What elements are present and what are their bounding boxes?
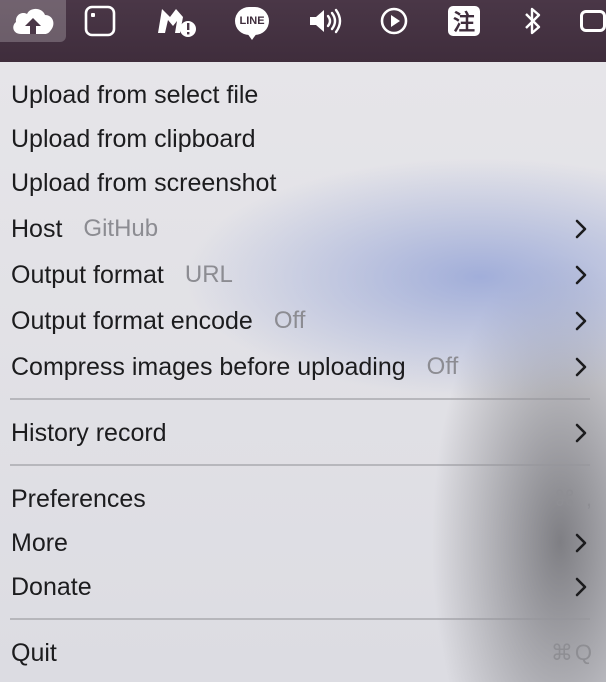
compress-images-label: Compress images before uploading: [11, 352, 406, 381]
chevron-right-icon: [575, 357, 587, 377]
line-label: LINE: [239, 15, 265, 27]
output-format-label: Output format: [11, 260, 164, 289]
output-format-item[interactable]: Output format URL: [0, 253, 606, 297]
menu-separator: [10, 618, 590, 620]
chevron-right-icon: [575, 311, 587, 331]
preferences-item[interactable]: Preferences ⌘ ,: [0, 477, 606, 521]
more-item[interactable]: More: [0, 521, 606, 565]
chevron-right-icon: [575, 533, 587, 553]
battery-icon[interactable]: [580, 0, 606, 42]
more-label: More: [11, 528, 68, 557]
preferences-shortcut: ⌘ ,: [553, 486, 594, 511]
line-app-icon[interactable]: LINE: [230, 0, 274, 42]
zhu-app-icon[interactable]: 注: [446, 0, 482, 42]
preferences-label: Preferences: [11, 484, 146, 513]
history-record-item[interactable]: History record: [0, 411, 606, 455]
output-format-encode-item[interactable]: Output format encode Off: [0, 299, 606, 343]
host-item[interactable]: Host GitHub: [0, 207, 606, 251]
upload-from-clipboard-label: Upload from clipboard: [11, 124, 256, 153]
output-format-value: URL: [184, 261, 233, 288]
upload-from-screenshot-label: Upload from screenshot: [11, 168, 277, 197]
menu-separator: [10, 464, 590, 466]
chevron-right-icon: [575, 265, 587, 285]
output-format-encode-value: Off: [273, 307, 306, 334]
donate-item[interactable]: Donate: [0, 565, 606, 609]
upload-from-file-label: Upload from select file: [11, 80, 259, 109]
upload-from-clipboard-item[interactable]: Upload from clipboard: [0, 117, 606, 161]
compress-images-item[interactable]: Compress images before uploading Off: [0, 345, 606, 389]
menu-separator: [10, 398, 590, 400]
output-format-encode-label: Output format encode: [11, 306, 253, 335]
chevron-right-icon: [575, 577, 587, 597]
volume-icon[interactable]: [304, 0, 348, 42]
compress-images-value: Off: [426, 353, 459, 380]
chevron-right-icon: [575, 219, 587, 239]
square-camera-icon[interactable]: [80, 0, 120, 42]
cloud-upload-icon[interactable]: [0, 0, 66, 42]
quit-item[interactable]: Quit ⌘Q: [0, 631, 606, 675]
quit-shortcut: ⌘Q: [550, 640, 594, 665]
zhu-label: 注: [452, 11, 475, 36]
play-circle-icon[interactable]: [376, 0, 412, 42]
host-label: Host: [11, 214, 63, 243]
quit-label: Quit: [11, 638, 57, 667]
menu-bar: LINE 注: [0, 0, 606, 62]
malwarebytes-icon[interactable]: [152, 0, 200, 42]
upload-from-file-item[interactable]: Upload from select file: [0, 73, 606, 117]
bluetooth-icon[interactable]: [518, 0, 548, 42]
chevron-right-icon: [575, 423, 587, 443]
status-menu: Upload from select file Upload from clip…: [0, 62, 606, 682]
donate-label: Donate: [11, 572, 92, 601]
upload-from-screenshot-item[interactable]: Upload from screenshot: [0, 161, 606, 205]
host-value: GitHub: [83, 215, 159, 242]
history-record-label: History record: [11, 418, 167, 447]
